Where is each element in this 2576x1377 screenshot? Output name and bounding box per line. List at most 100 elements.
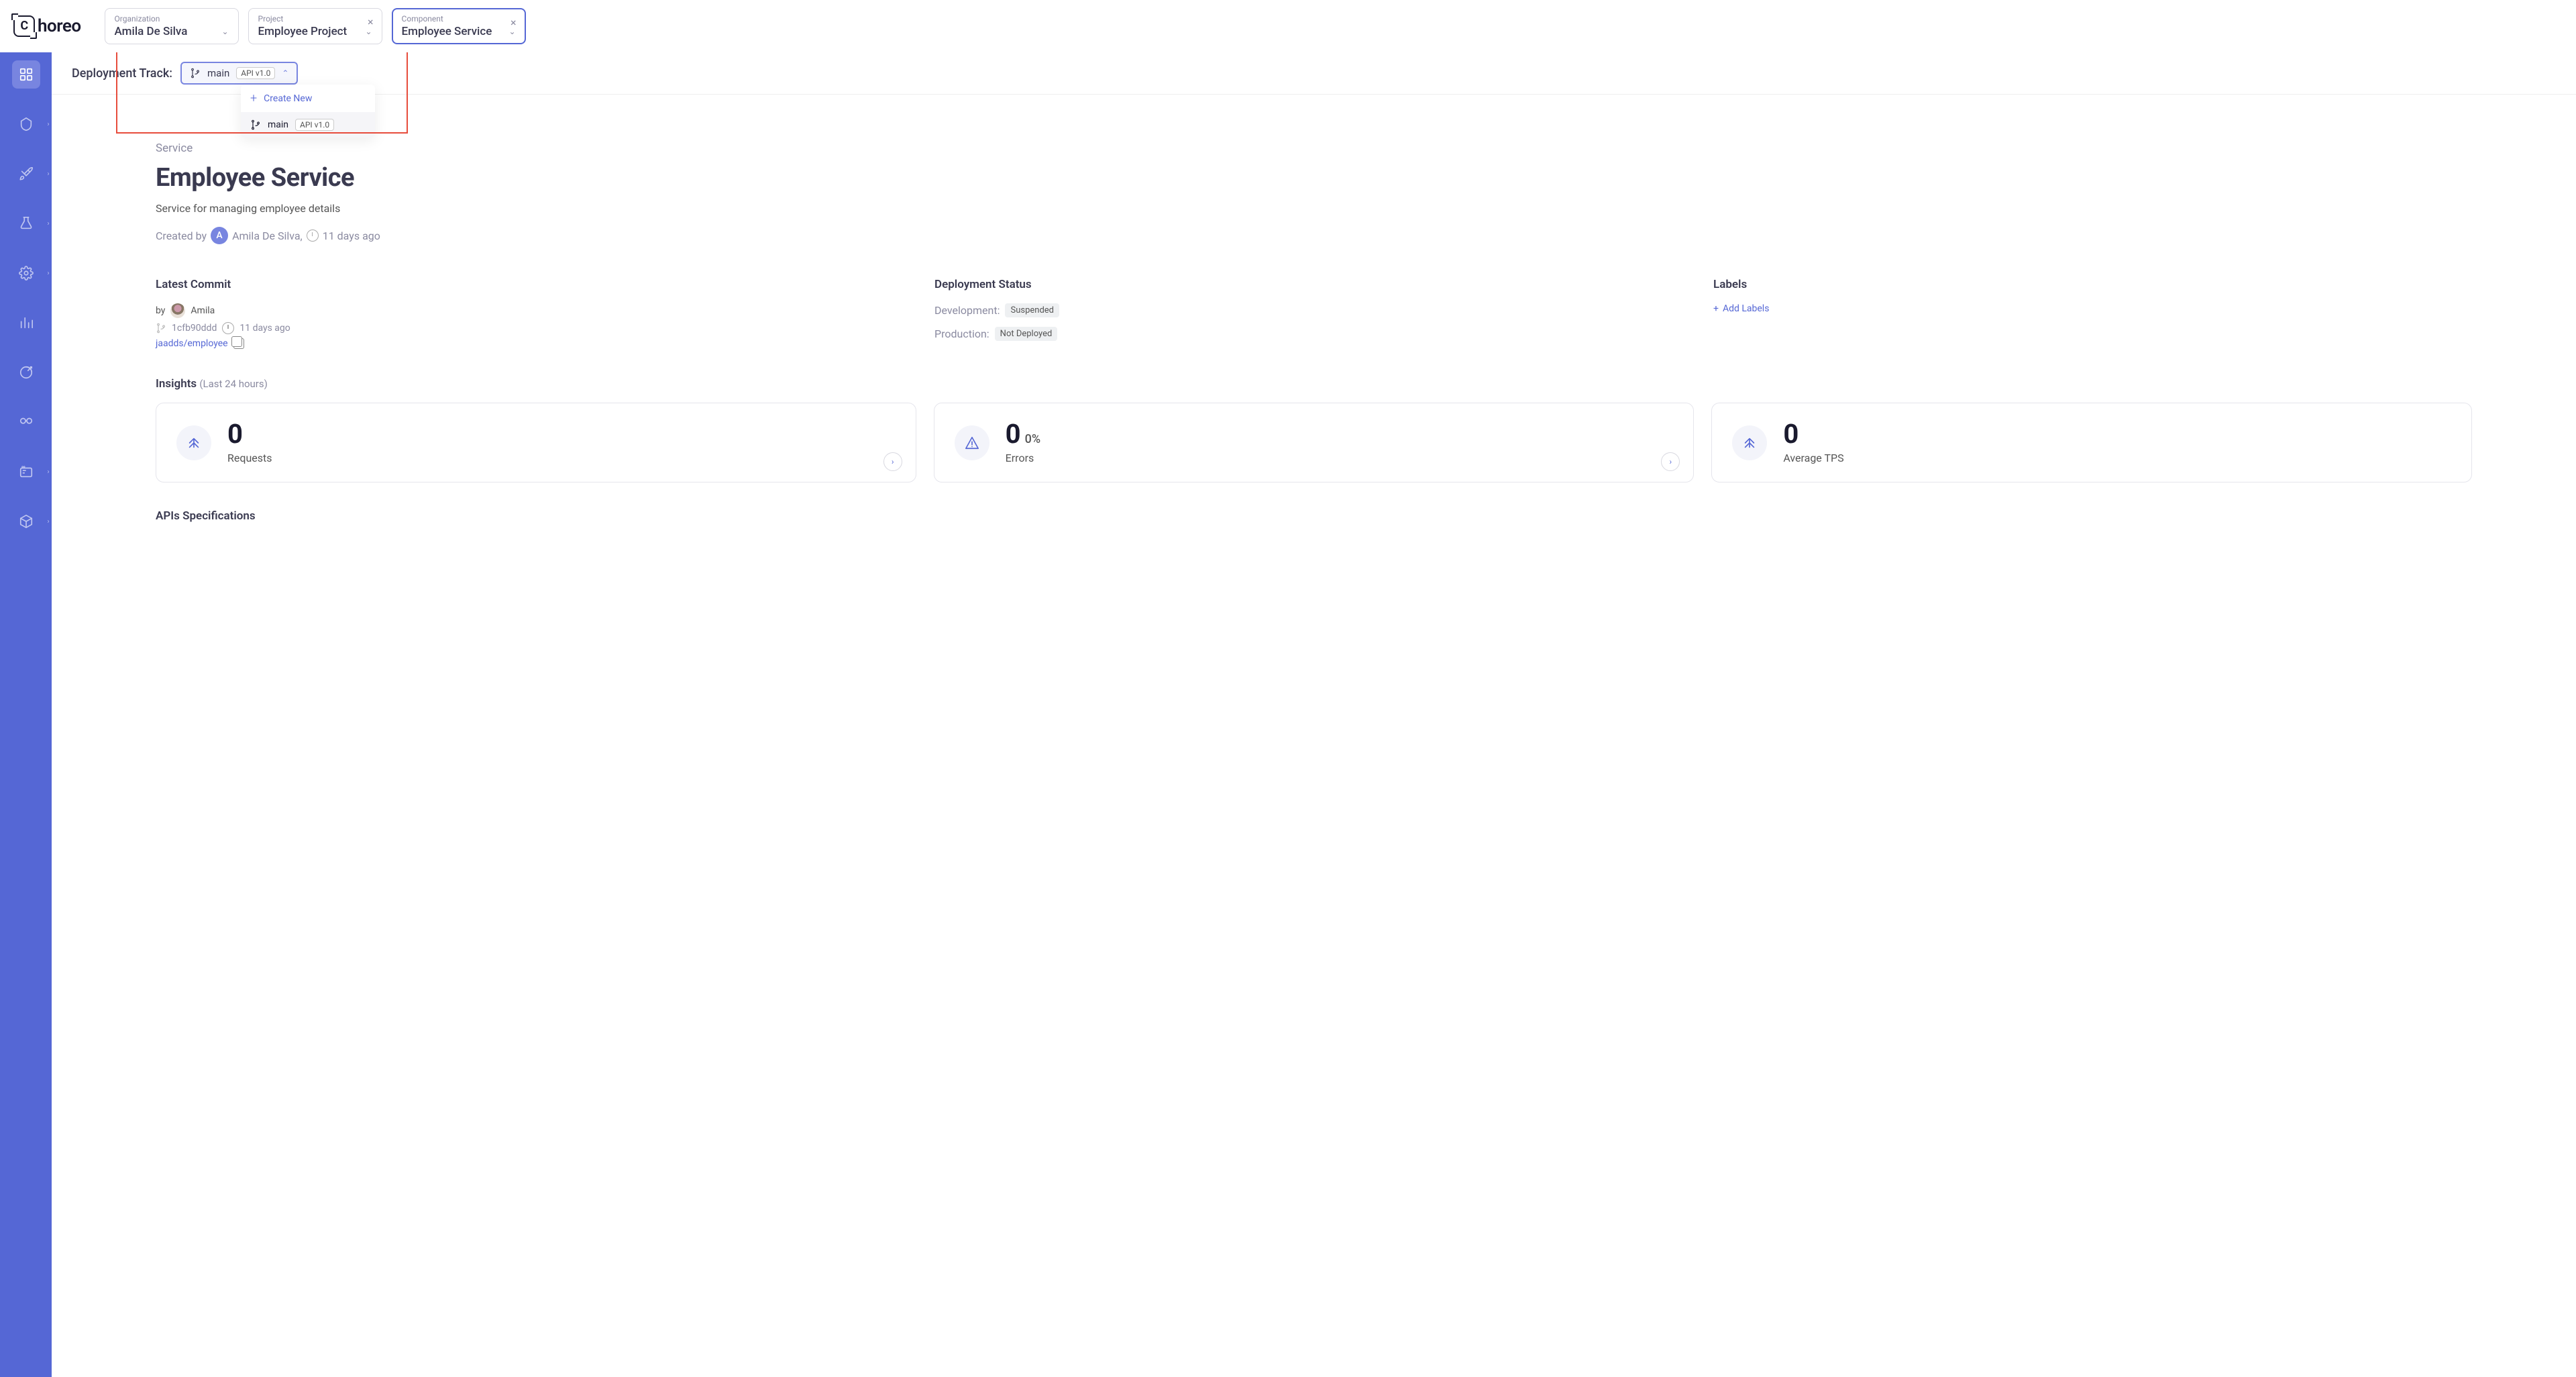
created-ago: 11 days ago (323, 230, 380, 242)
sidebar-item-deploy[interactable]: › (12, 110, 40, 138)
repo-link[interactable]: jaadds/employee (156, 338, 914, 349)
add-labels-button[interactable]: + Add Labels (1713, 303, 2472, 314)
requests-value: 0 (227, 421, 272, 448)
page-title: Employee Service (156, 163, 2472, 193)
chevron-down-icon: ⌄ (365, 27, 372, 36)
content-area: Service Employee Service Service for man… (52, 95, 2576, 550)
commit-by: by Amila (156, 303, 914, 318)
insight-cards: 0 Requests › 0 0% Errors (156, 403, 2472, 482)
logo[interactable]: C horeo (13, 15, 81, 37)
component-selector[interactable]: × Component Employee Service ⌄ (392, 8, 526, 44)
created-meta: Created by A Amila De Silva, 11 days ago (156, 227, 2472, 244)
sidebar-item-target[interactable] (12, 358, 40, 387)
project-value: Employee Project (258, 25, 347, 38)
labels-col: Labels + Add Labels (1713, 278, 2472, 350)
chevron-right-icon: › (47, 468, 49, 476)
sidebar-item-observe[interactable] (12, 408, 40, 436)
branch-icon (190, 68, 201, 79)
component-label: Component (402, 14, 516, 23)
sidebar-item-settings[interactable]: › (12, 259, 40, 287)
api-version-badge: API v1.0 (295, 119, 334, 131)
project-label: Project (258, 14, 372, 23)
info-columns: Latest Commit by Amila 1cfb90ddd 11 days… (156, 278, 2472, 350)
labels-title: Labels (1713, 278, 2472, 291)
prod-status-badge: Not Deployed (995, 327, 1058, 341)
sidebar-item-analytics[interactable] (12, 309, 40, 337)
sidebar-item-logs[interactable]: › (12, 458, 40, 486)
branch-icon (250, 119, 261, 130)
track-label: Deployment Track: (72, 66, 172, 81)
requests-label: Requests (227, 452, 272, 464)
sidebar-item-launch[interactable]: › (12, 160, 40, 188)
track-option-main[interactable]: main API v1.0 (241, 112, 375, 138)
commit-avatar (170, 303, 185, 318)
sidebar-item-package[interactable]: › (12, 507, 40, 536)
commit-hash: 1cfb90ddd (172, 323, 217, 334)
close-icon[interactable]: × (511, 16, 517, 29)
plus-icon: + (250, 91, 257, 105)
plus-icon: + (1713, 303, 1719, 314)
commit-hash-line: 1cfb90ddd 11 days ago (156, 322, 914, 334)
commit-author: Amila (191, 305, 215, 316)
errors-card[interactable]: 0 0% Errors › (934, 403, 1695, 482)
close-icon[interactable]: × (368, 15, 374, 28)
logo-text: horeo (38, 16, 81, 36)
clock-icon (307, 230, 319, 242)
errors-value: 0 (1006, 421, 1021, 448)
tps-card[interactable]: 0 Average TPS (1711, 403, 2472, 482)
chevron-right-icon: › (47, 270, 49, 277)
top-header: C horeo Organization Amila De Silva ⌄ × … (0, 0, 2576, 52)
status-title: Deployment Status (934, 278, 1693, 291)
project-selector[interactable]: × Project Employee Project ⌄ (248, 8, 382, 44)
org-value: Amila De Silva (115, 25, 188, 38)
deployment-status-col: Deployment Status Development: Suspended… (934, 278, 1693, 350)
errors-label: Errors (1006, 452, 1040, 464)
prod-status-row: Production: Not Deployed (934, 327, 1693, 341)
requests-icon (176, 425, 211, 460)
copy-icon[interactable] (233, 338, 244, 349)
errors-pct: 0% (1025, 432, 1040, 446)
branch-icon (156, 323, 166, 334)
api-spec-title: APIs Specifications (156, 509, 2472, 523)
dev-label: Development: (934, 304, 1000, 317)
tps-icon (1732, 425, 1767, 460)
chevron-right-icon: › (47, 121, 49, 128)
dev-status-row: Development: Suspended (934, 303, 1693, 317)
logo-icon: C (13, 15, 35, 37)
org-label: Organization (115, 14, 229, 23)
chevron-up-icon: ⌃ (282, 68, 288, 78)
created-by-prefix: Created by (156, 230, 207, 242)
track-dropdown: + Create New main API v1.0 (241, 85, 375, 138)
tps-value: 0 (1783, 421, 1843, 448)
author-avatar: A (211, 227, 228, 244)
dev-status-badge: Suspended (1005, 303, 1059, 317)
track-branch: main (207, 67, 229, 79)
clock-icon (222, 322, 234, 334)
chevron-down-icon: ⌄ (221, 27, 228, 36)
tps-label: Average TPS (1783, 452, 1843, 464)
chevron-right-icon: › (47, 518, 49, 525)
chevron-right-icon: › (47, 220, 49, 227)
errors-icon (955, 425, 989, 460)
insights-subtitle: (Last 24 hours) (199, 378, 267, 390)
commit-title: Latest Commit (156, 278, 914, 291)
latest-commit-col: Latest Commit by Amila 1cfb90ddd 11 days… (156, 278, 914, 350)
breadcrumb: Service (156, 142, 2472, 155)
prod-label: Production: (934, 327, 989, 340)
track-selector[interactable]: main API v1.0 ⌃ (180, 62, 298, 85)
component-value: Employee Service (402, 25, 492, 38)
requests-card[interactable]: 0 Requests › (156, 403, 916, 482)
sidebar: › › › › › › (0, 0, 52, 1377)
chevron-right-icon[interactable]: › (1661, 452, 1680, 471)
author-name: Amila De Silva, (232, 230, 303, 242)
deployment-track-bar: Deployment Track: main API v1.0 ⌃ + Crea… (52, 52, 2576, 95)
create-new-label: Create New (264, 93, 312, 104)
sidebar-item-test[interactable]: › (12, 209, 40, 238)
page-subtitle: Service for managing employee details (156, 202, 2472, 215)
chevron-right-icon[interactable]: › (883, 452, 902, 471)
create-new-track[interactable]: + Create New (241, 85, 375, 112)
main-content: Deployment Track: main API v1.0 ⌃ + Crea… (52, 0, 2576, 1377)
sidebar-item-overview[interactable] (12, 60, 40, 89)
organization-selector[interactable]: Organization Amila De Silva ⌄ (105, 8, 239, 44)
api-version-badge: API v1.0 (236, 67, 275, 79)
